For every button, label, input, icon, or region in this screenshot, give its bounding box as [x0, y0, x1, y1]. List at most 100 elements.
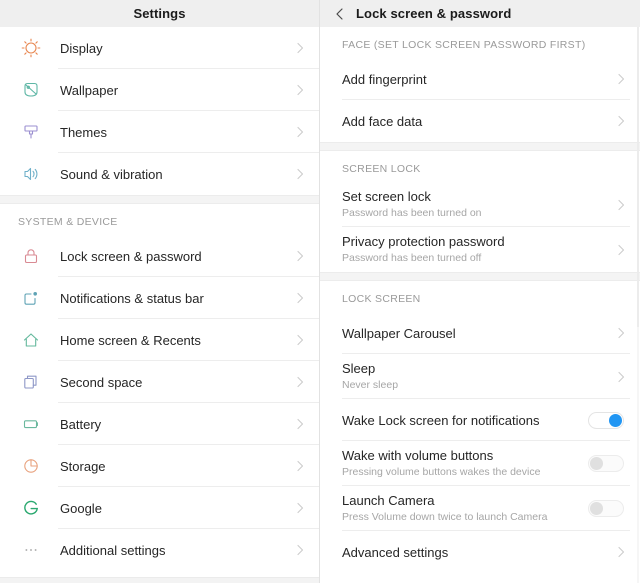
sidebar-item-battery[interactable]: Battery: [0, 403, 319, 445]
list-item-wake-lock-screen-for-notifications[interactable]: Wake Lock screen for notifications: [320, 399, 640, 441]
list-item-sleep[interactable]: Sleep Never sleep: [320, 354, 640, 399]
section-header: FACE (SET LOCK SCREEN PASSWORD FIRST): [320, 27, 640, 58]
list-item-set-screen-lock[interactable]: Set screen lock Password has been turned …: [320, 182, 640, 227]
sidebar-item-label: Lock screen & password: [60, 248, 202, 264]
list-item-text: Wallpaper Carousel: [342, 319, 614, 348]
list-item-advanced-settings[interactable]: Advanced settings: [320, 531, 640, 573]
group-separator: [0, 195, 319, 204]
chevron-right-icon: [614, 198, 628, 212]
chevron-right-icon: [293, 375, 307, 389]
chevron-right-icon: [293, 125, 307, 139]
chevron-right-icon: [293, 333, 307, 347]
chevron-left-icon[interactable]: [332, 6, 348, 22]
list-item-text: Add face data: [342, 107, 614, 136]
chevron-right-icon: [614, 370, 628, 384]
toggle-knob: [590, 457, 603, 470]
chevron-right-icon: [614, 326, 628, 340]
chevron-right-icon: [293, 417, 307, 431]
copy-icon: [18, 369, 44, 395]
chevron-right-icon: [293, 41, 307, 55]
section-header: SYSTEM & DEVICE: [0, 204, 319, 235]
chevron-right-icon: [293, 167, 307, 181]
sidebar-item-additional-settings[interactable]: Additional settings: [0, 529, 319, 571]
list-item-text: Wake Lock screen for notifications: [342, 406, 588, 435]
list-item-title: Wallpaper Carousel: [342, 325, 456, 341]
section-header: SCREEN LOCK: [320, 151, 640, 182]
list-item-text: Sleep Never sleep: [342, 354, 614, 399]
sidebar-item-label: Wallpaper: [60, 82, 119, 98]
sidebar-item-display[interactable]: Display: [0, 27, 319, 69]
list-item-launch-camera[interactable]: Launch Camera Press Volume down twice to …: [320, 486, 640, 531]
list-item-text: Set screen lock Password has been turned …: [342, 182, 614, 227]
lock-icon: [18, 243, 44, 269]
sidebar-item-label: Notifications & status bar: [60, 290, 204, 306]
chevron-right-icon: [293, 83, 307, 97]
sidebar-item-label: Display: [60, 40, 103, 56]
google-g-icon: [18, 495, 44, 521]
chevron-right-icon: [293, 459, 307, 473]
chevron-right-icon: [614, 72, 628, 86]
toggle-switch-wake-with-volume-buttons[interactable]: [588, 455, 624, 472]
list-item-subtitle: Never sleep: [342, 379, 399, 391]
list-item-title: Add face data: [342, 113, 423, 129]
sidebar-item-home-screen-recents[interactable]: Home screen & Recents: [0, 319, 319, 361]
sidebar-item-label: Additional settings: [60, 542, 166, 558]
toggle-knob: [590, 502, 603, 515]
settings-panel: Settings Display Wallpaper Themes Sound & v…: [0, 0, 320, 583]
left-bottom-strip: [0, 577, 319, 583]
list-item-text: Add fingerprint: [342, 65, 614, 94]
settings-titlebar: Settings: [0, 0, 319, 27]
sidebar-item-second-space[interactable]: Second space: [0, 361, 319, 403]
list-item-text: Launch Camera Press Volume down twice to …: [342, 486, 588, 531]
sidebar-item-label: Google: [60, 500, 102, 516]
sidebar-item-themes[interactable]: Themes: [0, 111, 319, 153]
list-item-wake-with-volume-buttons[interactable]: Wake with volume buttons Pressing volume …: [320, 441, 640, 486]
settings-list: Display Wallpaper Themes Sound & vibration S…: [0, 27, 319, 571]
battery-icon: [18, 411, 44, 437]
list-item-text: Privacy protection password Password has …: [342, 227, 614, 272]
settings-split-screen: Settings Display Wallpaper Themes Sound & v…: [0, 0, 640, 583]
list-item-title: Set screen lock: [342, 189, 431, 204]
list-item-title: Advanced settings: [342, 544, 449, 560]
sidebar-item-sound-vibration[interactable]: Sound & vibration: [0, 153, 319, 195]
list-item-subtitle: Pressing volume buttons wakes the device: [342, 466, 541, 478]
list-item-subtitle: Password has been turned off: [342, 252, 482, 264]
list-item-text: Wake with volume buttons Pressing volume …: [342, 441, 588, 486]
speaker-icon: [18, 161, 44, 187]
sidebar-item-google[interactable]: Google: [0, 487, 319, 529]
toggle-knob: [609, 413, 622, 427]
toggle-switch-launch-camera[interactable]: [588, 500, 624, 517]
sidebar-item-storage[interactable]: Storage: [0, 445, 319, 487]
ellipsis-icon: [18, 537, 44, 563]
group-separator: [320, 272, 640, 281]
chevron-right-icon: [614, 243, 628, 257]
page-title: Settings: [133, 6, 186, 21]
chevron-right-icon: [293, 501, 307, 515]
pie-chart-icon: [18, 453, 44, 479]
list-item-wallpaper-carousel[interactable]: Wallpaper Carousel: [320, 312, 640, 354]
scrollbar-thumb[interactable]: [637, 27, 639, 327]
list-item-title: Add fingerprint: [342, 71, 427, 87]
sidebar-item-label: Battery: [60, 416, 102, 432]
list-item-add-face-data[interactable]: Add face data: [320, 100, 640, 142]
toggle-switch-wake-lock-screen-for-notifications[interactable]: [588, 411, 624, 429]
sidebar-item-lock-screen-password[interactable]: Lock screen & password: [0, 235, 319, 277]
list-item-add-fingerprint[interactable]: Add fingerprint: [320, 58, 640, 100]
chevron-right-icon: [293, 291, 307, 305]
sidebar-item-notifications-status-bar[interactable]: Notifications & status bar: [0, 277, 319, 319]
list-item-title: Launch Camera: [342, 493, 435, 508]
vertical-scrollbar[interactable]: [637, 27, 639, 583]
lock-screen-titlebar: Lock screen & password: [320, 0, 640, 27]
chevron-right-icon: [293, 249, 307, 263]
list-item-text: Advanced settings: [342, 538, 614, 567]
sidebar-item-wallpaper[interactable]: Wallpaper: [0, 69, 319, 111]
section-header: LOCK SCREEN: [320, 281, 640, 312]
lock-screen-list: FACE (SET LOCK SCREEN PASSWORD FIRST) Add…: [320, 27, 640, 573]
sidebar-item-label: Themes: [60, 124, 107, 140]
list-item-title: Wake Lock screen for notifications: [342, 412, 540, 428]
sidebar-item-label: Storage: [60, 458, 106, 474]
list-item-title: Privacy protection password: [342, 234, 505, 249]
chevron-right-icon: [293, 543, 307, 557]
sidebar-item-label: Home screen & Recents: [60, 332, 201, 348]
list-item-privacy-protection-password[interactable]: Privacy protection password Password has …: [320, 227, 640, 272]
